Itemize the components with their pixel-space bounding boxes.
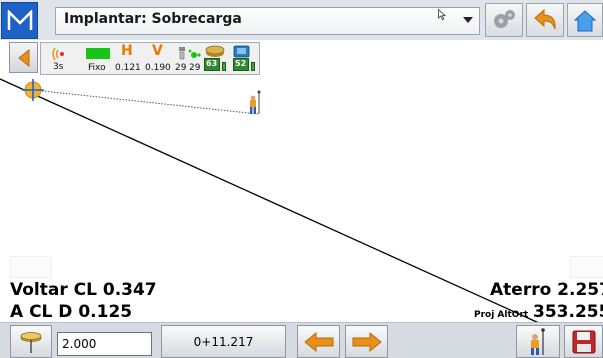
voltar-cl-readout: Voltar CL 0.347 <box>10 280 157 300</box>
target-point-icon <box>22 79 44 101</box>
surveyor-position-icon <box>250 90 261 114</box>
arrow-left-icon <box>303 331 333 352</box>
floppy-disk-icon <box>572 330 595 353</box>
a-cl-d-readout: A CL D 0.125 <box>10 302 133 322</box>
station-value: 0+11.217 <box>193 334 254 349</box>
proj-altort-label: Proj AltOrt <box>474 310 529 320</box>
antenna-height-input[interactable] <box>57 332 152 356</box>
measure-button[interactable] <box>516 325 560 358</box>
next-station-button[interactable] <box>345 325 388 358</box>
guide-line <box>32 89 259 115</box>
surveyor-icon <box>531 327 545 355</box>
proj-altort-value: 353.255 <box>533 302 603 322</box>
previous-station-button[interactable] <box>297 325 340 358</box>
map-placeholder-right <box>570 256 603 278</box>
antenna-icon <box>20 331 42 353</box>
aterro-readout: Aterro 2.257 <box>490 280 603 300</box>
arrow-right-icon <box>352 331 382 352</box>
antenna-button[interactable] <box>10 325 52 358</box>
station-button[interactable]: 0+11.217 <box>161 325 286 358</box>
map-placeholder-left <box>10 256 52 278</box>
save-button[interactable] <box>564 325 603 358</box>
